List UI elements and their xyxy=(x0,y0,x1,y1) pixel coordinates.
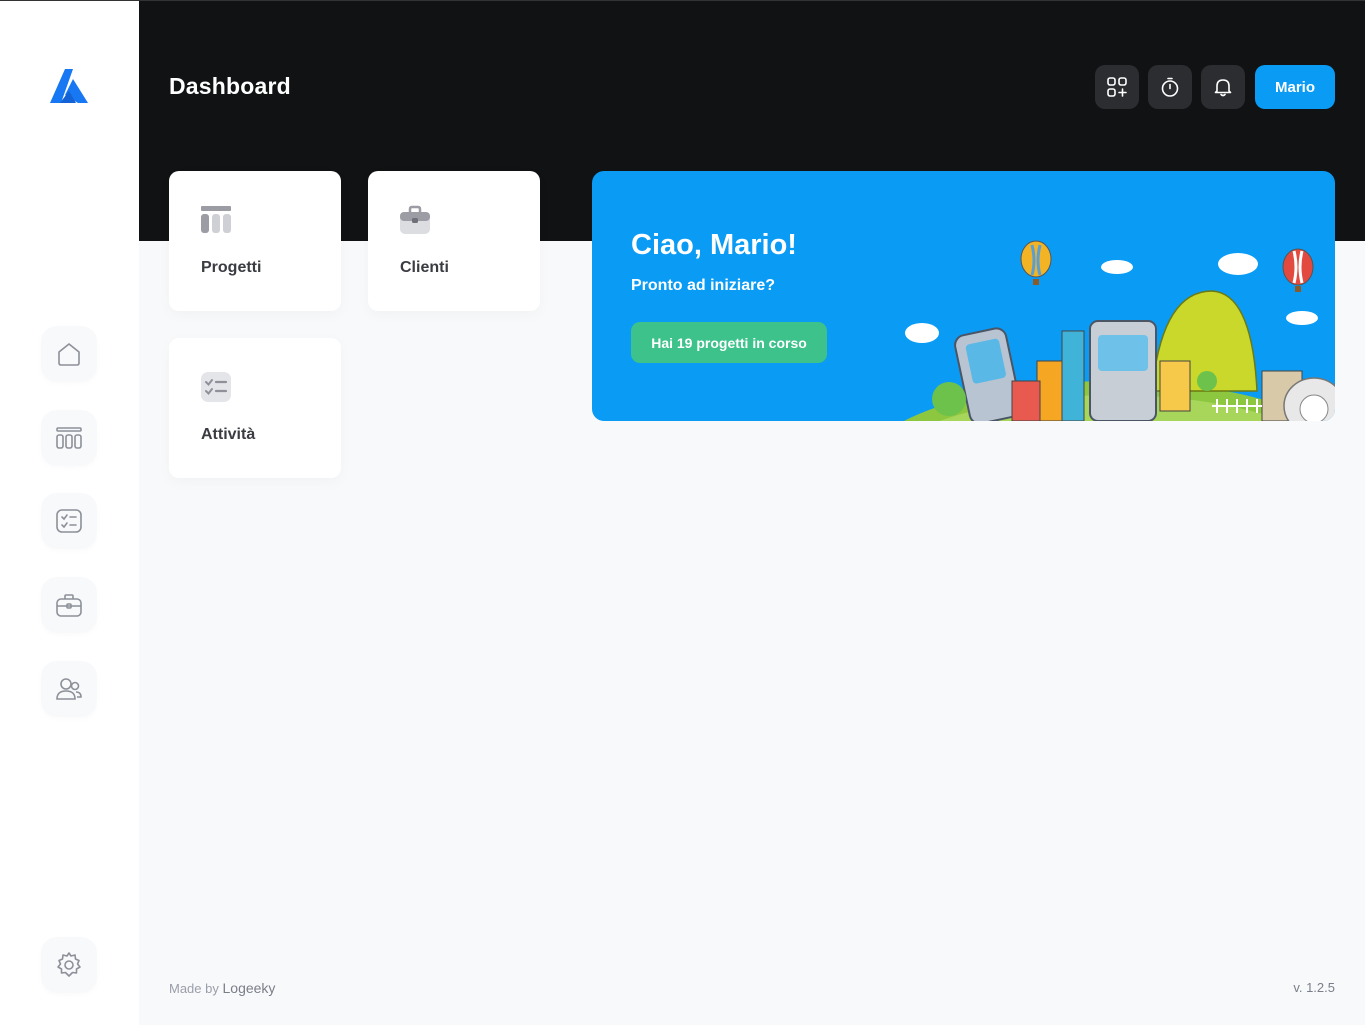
banner-subtitle: Pronto ad iniziare? xyxy=(631,277,776,294)
banner-title: Ciao, Mario! xyxy=(631,229,797,261)
card-tasks[interactable]: Attività xyxy=(169,338,341,478)
sidebar-item-users[interactable] xyxy=(41,661,97,717)
user-menu-button[interactable]: Mario xyxy=(1255,65,1335,109)
app-version: v. 1.2.5 xyxy=(1293,980,1335,995)
card-clients-label: Clienti xyxy=(400,259,449,276)
card-clients[interactable]: Clienti xyxy=(368,171,540,311)
sidebar-item-home[interactable] xyxy=(41,326,97,382)
sidebar-item-projects[interactable] xyxy=(41,410,97,466)
card-projects[interactable]: Progetti xyxy=(169,171,341,311)
settings-button[interactable] xyxy=(41,937,97,993)
page-title: Dashboard xyxy=(169,73,291,99)
sidebar xyxy=(0,0,139,1025)
gear-icon xyxy=(57,952,81,977)
sidebar-item-clients[interactable] xyxy=(41,577,97,633)
card-projects-label: Progetti xyxy=(201,259,262,276)
footer-brand-link[interactable]: Logeeky xyxy=(223,980,276,996)
notifications-button[interactable] xyxy=(1201,65,1245,109)
footer-made-by: Made by xyxy=(169,981,219,996)
users-icon xyxy=(56,678,82,700)
footer-credit: Made by Logeeky xyxy=(169,980,275,996)
timer-button[interactable] xyxy=(1148,65,1192,109)
tasks-icon xyxy=(56,509,82,533)
tasks-icon xyxy=(201,372,231,402)
projects-icon xyxy=(56,427,82,449)
briefcase-icon xyxy=(400,205,430,234)
city-illustration xyxy=(904,240,1335,421)
apps-button[interactable] xyxy=(1095,65,1139,109)
welcome-banner: Ciao, Mario! Pronto ad iniziare? Hai 19 … xyxy=(592,171,1335,421)
card-tasks-label: Attività xyxy=(201,426,256,443)
projects-icon xyxy=(201,206,231,233)
sidebar-item-tasks[interactable] xyxy=(41,493,97,549)
briefcase-icon xyxy=(56,594,82,617)
timer-icon xyxy=(1161,77,1179,97)
bell-icon xyxy=(1214,79,1232,97)
home-icon xyxy=(58,343,80,366)
projects-in-progress-button[interactable]: Hai 19 progetti in corso xyxy=(631,322,827,363)
apps-add-icon xyxy=(1107,77,1127,97)
app-logo[interactable] xyxy=(48,65,90,107)
